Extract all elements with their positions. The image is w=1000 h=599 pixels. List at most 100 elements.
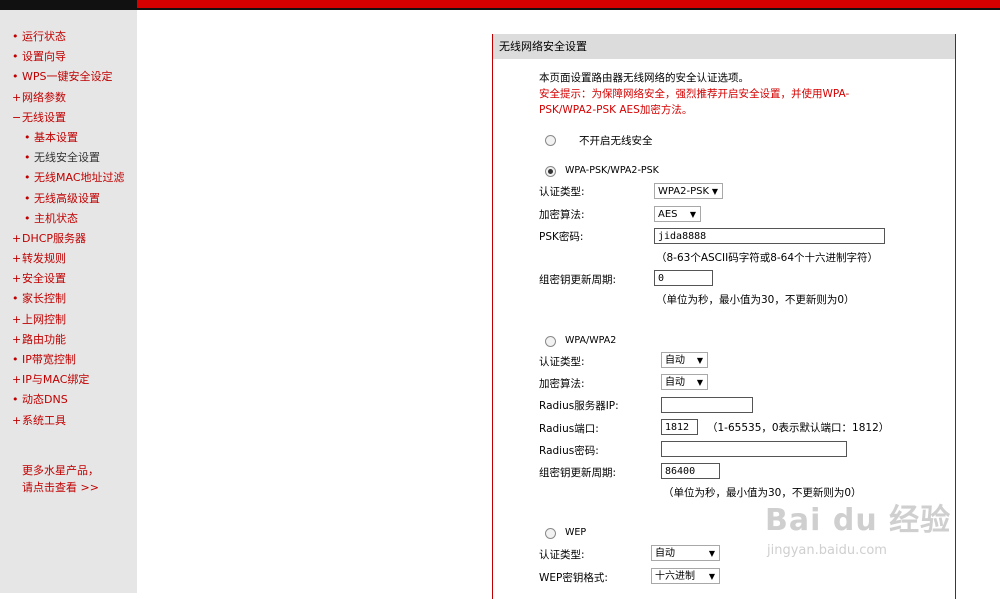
more-products-link[interactable]: 更多水星产品， 请点击查看 >> [22,462,99,496]
sidebar-item-dhcp[interactable]: + DHCP服务器 [0,229,137,249]
expand-icon: + [12,90,22,104]
sidebar-item-wireless[interactable]: − 无线设置 [0,108,137,128]
wep-format-value: 十六进制 [655,571,695,582]
expand-icon: + [12,252,22,266]
sidebar-subitem-advanced[interactable]: • 无线高级设置 [0,189,137,209]
psk-auth-select[interactable]: WPA2-PSK ▼ [654,183,723,199]
expand-icon: + [12,231,22,245]
psk-renew-hint: （单位为秒，最小值为30，不更新则为0） [656,294,855,306]
more-products-line2: 请点击查看 >> [22,481,99,494]
radius-port-hint: （1-65535，0表示默认端口：1812） [707,422,890,434]
bullet-icon: • [12,70,19,84]
radius-password-label: Radius密码: [539,445,599,457]
watermark-url: jingyan.baidu.com [767,543,887,558]
panel-header: 无线网络安全设置 [493,34,955,59]
bullet-icon: • [12,30,19,43]
wpa-auth-value: 自动 [665,355,685,366]
baidu-watermark: Bai du 经验 jingyan.baidu.com [765,495,952,558]
wep-auth-select[interactable]: 自动 ▼ [651,545,720,561]
sidebar-item-status[interactable]: • 运行状态 [0,27,137,47]
sidebar-item-system-tools[interactable]: + 系统工具 [0,411,137,431]
sidebar-item-access-control[interactable]: + 上网控制 [0,310,137,330]
wep-format-label: WEP密钥格式: [539,572,608,584]
watermark-brand: Bai du 经验 [765,503,952,538]
wpa-psk-radio[interactable] [545,166,556,177]
psk-encryption-value: AES [658,209,678,220]
sidebar-subitem-security[interactable]: • 无线安全设置 [0,148,137,168]
psk-key-label: PSK密码: [539,231,584,243]
psk-renew-input[interactable] [654,270,713,286]
sidebar-item-label: 网络参数 [22,90,66,104]
wpa-renew-input[interactable] [661,463,720,479]
sidebar-item-forwarding[interactable]: + 转发规则 [0,249,137,269]
psk-key-input[interactable] [654,228,885,244]
disable-security-label: 不开启无线安全 [579,135,653,147]
radius-port-label: Radius端口: [539,423,599,435]
wpa-psk-label: WPA-PSK/WPA2-PSK [565,165,659,176]
wep-label: WEP [565,527,587,538]
sidebar-menu: • 运行状态 • 设置向导 • WPS一键安全设定 + 网络参数 − 无线设置 • 基本设置… [0,27,137,431]
radius-port-input[interactable] [661,419,698,435]
wep-auth-label: 认证类型: [539,549,585,561]
expand-icon: + [12,272,22,286]
top-banner [0,0,1000,10]
sidebar-subitem-mac-filter[interactable]: • 无线MAC地址过滤 [0,168,137,188]
radius-password-input[interactable] [661,441,847,457]
bullet-icon: • [24,130,31,144]
psk-encryption-label: 加密算法: [539,209,585,221]
wpa-encryption-label: 加密算法: [539,378,585,390]
sidebar-item-label: 无线高级设置 [34,191,100,205]
radius-server-input[interactable] [661,397,753,413]
wpa-auth-label: 认证类型: [539,356,585,368]
chevron-down-icon: ▼ [708,549,715,558]
sidebar-item-label: IP与MAC绑定 [22,373,90,387]
wep-format-select[interactable]: 十六进制 ▼ [651,568,720,584]
sidebar-item-bandwidth[interactable]: • IP带宽控制 [0,350,137,370]
sidebar-item-security[interactable]: + 安全设置 [0,269,137,289]
banner-rule [0,8,1000,10]
sidebar-item-ddns[interactable]: • 动态DNS [0,390,137,410]
page-title: 无线网络安全设置 [499,40,587,53]
wpa-auth-select[interactable]: 自动 ▼ [661,352,708,368]
psk-renew-label: 组密钥更新周期: [539,274,617,286]
sidebar-item-label: 路由功能 [22,332,66,346]
sidebar-item-network[interactable]: + 网络参数 [0,88,137,108]
expand-icon: + [12,373,22,387]
psk-auth-value: WPA2-PSK [658,186,710,197]
expand-icon: + [12,312,22,326]
wep-radio[interactable] [545,528,556,539]
bullet-icon: • [24,151,31,165]
wpa-radio[interactable] [545,336,556,347]
sidebar-item-label: 系统工具 [22,413,66,427]
bullet-icon: • [24,171,31,185]
chevron-down-icon: ▼ [696,356,703,365]
sidebar-item-label: 无线设置 [22,110,66,124]
sidebar-subitem-host-status[interactable]: • 主机状态 [0,209,137,229]
sidebar-item-wps[interactable]: • WPS一键安全设定 [0,67,137,87]
sidebar-item-label: IP带宽控制 [22,353,76,366]
wep-auth-value: 自动 [655,548,675,559]
wpa-encryption-value: 自动 [665,377,685,388]
wpa-renew-label: 组密钥更新周期: [539,467,617,479]
psk-encryption-select[interactable]: AES ▼ [654,206,701,222]
bullet-icon: • [12,353,19,366]
sidebar-subitem-basic[interactable]: • 基本设置 [0,128,137,148]
sidebar-item-label: 安全设置 [22,272,66,286]
intro-line: 本页面设置路由器无线网络的安全认证选项。 [539,72,749,84]
chevron-down-icon: ▼ [689,210,696,219]
sidebar-item-parental[interactable]: • 家长控制 [0,289,137,309]
sidebar-item-label: 运行状态 [22,30,66,43]
sidebar-item-routing[interactable]: + 路由功能 [0,330,137,350]
security-warning-line1: 安全提示：为保障网络安全，强烈推荐开启安全设置，并使用WPA- [539,88,850,100]
sidebar-item-label: 无线安全设置 [34,151,100,165]
sidebar-item-label: 家长控制 [22,292,66,306]
sidebar-item-wizard[interactable]: • 设置向导 [0,47,137,67]
more-products-line1: 更多水星产品， [22,464,99,477]
sidebar-item-ip-mac[interactable]: + IP与MAC绑定 [0,370,137,390]
bullet-icon: • [12,393,19,407]
wpa-encryption-select[interactable]: 自动 ▼ [661,374,708,390]
disable-security-radio[interactable] [545,135,556,146]
sidebar-item-label: 转发规则 [22,252,66,266]
chevron-down-icon: ▼ [708,572,715,581]
sidebar-item-label: WPS一键安全设定 [22,70,113,84]
